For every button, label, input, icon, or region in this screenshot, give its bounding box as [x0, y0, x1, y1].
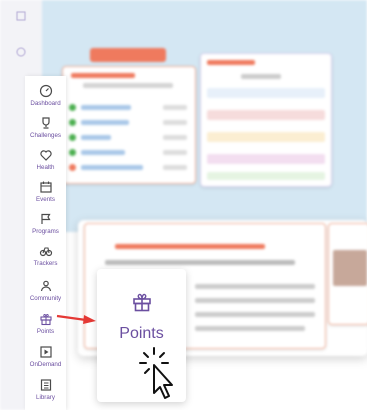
sidebar-item-dashboard[interactable]: Dashboard — [25, 84, 66, 107]
click-cursor-icon — [139, 347, 173, 399]
sidebar-item-label: Points — [36, 328, 55, 335]
sidebar-item-health[interactable]: Health — [25, 148, 66, 171]
sidebar-item-challenges[interactable]: Challenges — [25, 116, 66, 139]
sidebar-item-label: Programs — [32, 228, 59, 235]
flag-icon — [40, 213, 51, 224]
book-icon — [40, 379, 51, 391]
trophy-icon — [41, 117, 50, 129]
sidebar-item-community[interactable]: Community — [25, 279, 66, 302]
heart-icon — [39, 150, 52, 161]
sidebar-item-label: OnDemand — [29, 361, 62, 368]
sidebar-item-label: Events — [36, 196, 55, 203]
community-icon — [40, 280, 51, 292]
gauge-icon — [39, 84, 52, 98]
trackers-icon — [39, 247, 52, 257]
sidebar: Dashboard Challenges Health Events Progr… — [25, 76, 66, 410]
play-square-icon — [39, 346, 52, 358]
arrow-pointer-icon — [56, 314, 96, 324]
sidebar-item-label: Library — [36, 394, 55, 401]
calendar-icon — [39, 181, 52, 193]
sidebar-item-programs[interactable]: Programs — [25, 212, 66, 235]
gift-icon — [39, 313, 52, 326]
sidebar-item-library[interactable]: Library — [25, 378, 66, 401]
sidebar-item-ondemand[interactable]: OnDemand — [25, 345, 66, 368]
sidebar-item-label: Community — [29, 295, 62, 302]
sidebar-item-label: Challenges — [30, 132, 61, 139]
sidebar-item-trackers[interactable]: Trackers — [25, 244, 66, 267]
sidebar-item-label: Dashboard — [30, 100, 61, 107]
ghost-nav-second — [4, 46, 38, 60]
sidebar-item-label: Trackers — [33, 260, 58, 267]
sidebar-item-label: Health — [36, 164, 55, 171]
points-zoom-label: Points — [119, 325, 164, 342]
gift-icon — [133, 293, 151, 312]
sidebar-item-events[interactable]: Events — [25, 180, 66, 203]
ghost-nav-top — [4, 10, 38, 24]
